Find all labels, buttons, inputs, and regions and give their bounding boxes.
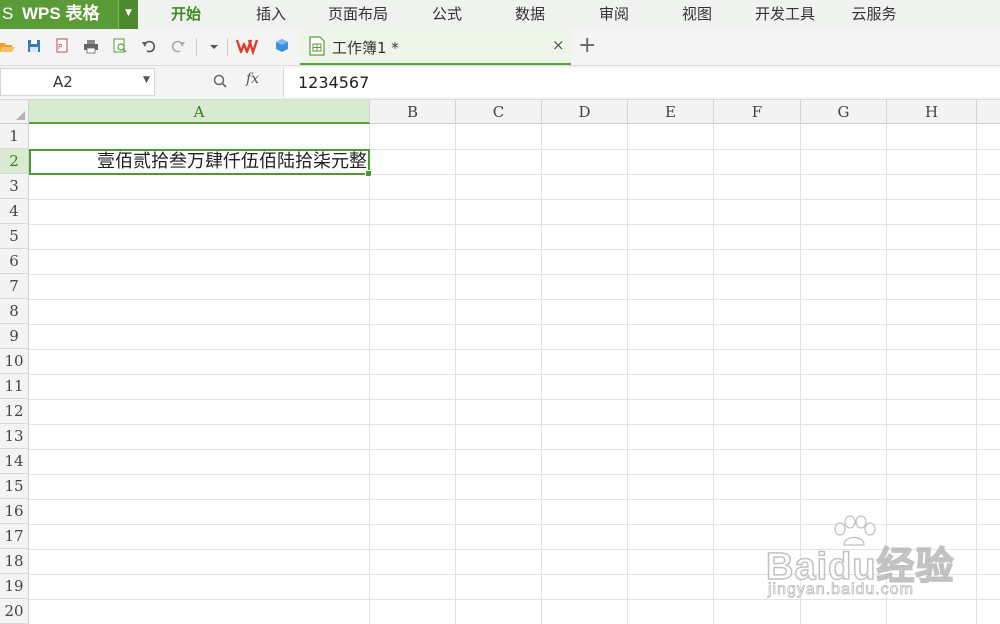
gridline [29,449,1000,450]
column-header-F[interactable]: F [714,100,801,124]
row-header-2[interactable]: 2 [0,149,29,174]
save-icon[interactable] [26,37,42,55]
row-header-10[interactable]: 10 [0,349,29,374]
print-preview-icon[interactable] [112,37,128,55]
toolbar-separator [227,38,228,56]
document-tab[interactable]: 工作簿1 * × [300,29,571,65]
cloud-cube-icon[interactable] [274,37,290,55]
menu-tab-view[interactable]: 视图 [674,0,720,29]
redo-icon[interactable] [170,37,186,55]
gridline [29,249,1000,250]
row-header-14[interactable]: 14 [0,449,29,474]
app-name: WPS 表格 [22,4,100,23]
column-header-D[interactable]: D [542,100,628,124]
row-header-13[interactable]: 13 [0,424,29,449]
menu-tab-data[interactable]: 数据 [507,0,553,29]
gridline [29,224,1000,225]
gridline [369,124,370,624]
name-box[interactable]: A2 ▼ [0,68,155,96]
print-icon[interactable] [83,37,99,55]
wps-icon[interactable] [236,37,258,55]
gridline [627,124,628,624]
menu-bar: S WPS 表格 ▼ 开始 插入 页面布局 公式 数据 审阅 视图 开发工具 云… [0,0,1000,29]
row-header-20[interactable]: 20 [0,599,29,624]
gridline [29,349,1000,350]
gridline [29,299,1000,300]
gridline [29,499,1000,500]
document-tab-title: 工作簿1 * [332,39,399,57]
row-header-15[interactable]: 15 [0,474,29,499]
formula-bar: A2 ▼ fx 1234567 [0,66,1000,100]
gridline [29,549,1000,550]
toolbar-separator [196,38,197,56]
menu-tab-cloud-service[interactable]: 云服务 [844,0,904,29]
row-header-3[interactable]: 3 [0,174,29,199]
gridline [29,574,1000,575]
name-box-dropdown-icon[interactable]: ▼ [143,75,150,85]
zoom-search-icon[interactable] [212,72,228,90]
gridline [541,124,542,624]
column-header-C[interactable]: C [456,100,542,124]
name-box-value: A2 [53,73,73,91]
gridline [800,124,801,624]
row-header-7[interactable]: 7 [0,274,29,299]
gridline [976,124,977,624]
spreadsheet-grid[interactable]: A B C D E F G H 1 2 3 4 5 6 7 8 9 10 11 … [0,100,1000,624]
new-tab-button[interactable]: + [578,33,596,59]
column-header-B[interactable]: B [370,100,456,124]
column-header-A[interactable]: A [29,100,370,124]
formula-input-value: 1234567 [298,73,370,92]
insert-function-icon[interactable]: fx [246,71,259,87]
column-header-G[interactable]: G [801,100,887,124]
gridline [886,124,887,624]
gridline [29,324,1000,325]
column-header-partial[interactable] [977,100,1000,124]
column-header-H[interactable]: H [887,100,977,124]
menu-tab-insert[interactable]: 插入 [248,0,294,29]
app-menu-button[interactable]: S WPS 表格 [0,0,118,29]
row-header-8[interactable]: 8 [0,299,29,324]
column-header-E[interactable]: E [628,100,714,124]
formula-input[interactable]: 1234567 [283,68,1000,97]
close-tab-icon[interactable]: × [552,36,565,54]
menu-tab-home[interactable]: 开始 [163,0,209,29]
gridline [29,199,1000,200]
row-header-16[interactable]: 16 [0,499,29,524]
gridline [29,374,1000,375]
gridline [29,474,1000,475]
row-header-1[interactable]: 1 [0,124,29,149]
app-menu-dropdown-icon[interactable]: ▼ [118,0,138,29]
row-header-12[interactable]: 12 [0,399,29,424]
menu-tab-review[interactable]: 审阅 [591,0,637,29]
gridline [29,424,1000,425]
gridline [29,599,1000,600]
undo-icon[interactable] [141,37,157,55]
open-icon[interactable] [0,37,16,55]
select-all-corner[interactable] [0,100,29,124]
menu-tab-page-layout[interactable]: 页面布局 [320,0,396,29]
select-all-icon [16,111,25,120]
svg-text:P: P [58,43,62,51]
row-header-19[interactable]: 19 [0,574,29,599]
export-pdf-icon[interactable]: P [54,37,70,55]
row-header-9[interactable]: 9 [0,324,29,349]
row-header-5[interactable]: 5 [0,224,29,249]
wps-logo-icon: S [2,4,14,23]
gridline [29,524,1000,525]
row-header-17[interactable]: 17 [0,524,29,549]
spreadsheet-file-icon [309,36,325,56]
gridline [29,274,1000,275]
row-header-11[interactable]: 11 [0,374,29,399]
gridline [29,399,1000,400]
gridline [713,124,714,624]
cell-A2-value: 壹佰贰拾叁万肆仟伍佰陆拾柒元整 [97,151,367,172]
gridline [455,124,456,624]
menu-tab-developer[interactable]: 开发工具 [747,0,823,29]
customize-dropdown-icon[interactable] [206,37,222,55]
row-header-6[interactable]: 6 [0,249,29,274]
row-header-18[interactable]: 18 [0,549,29,574]
row-header-4[interactable]: 4 [0,199,29,224]
menu-tab-formulas[interactable]: 公式 [424,0,470,29]
